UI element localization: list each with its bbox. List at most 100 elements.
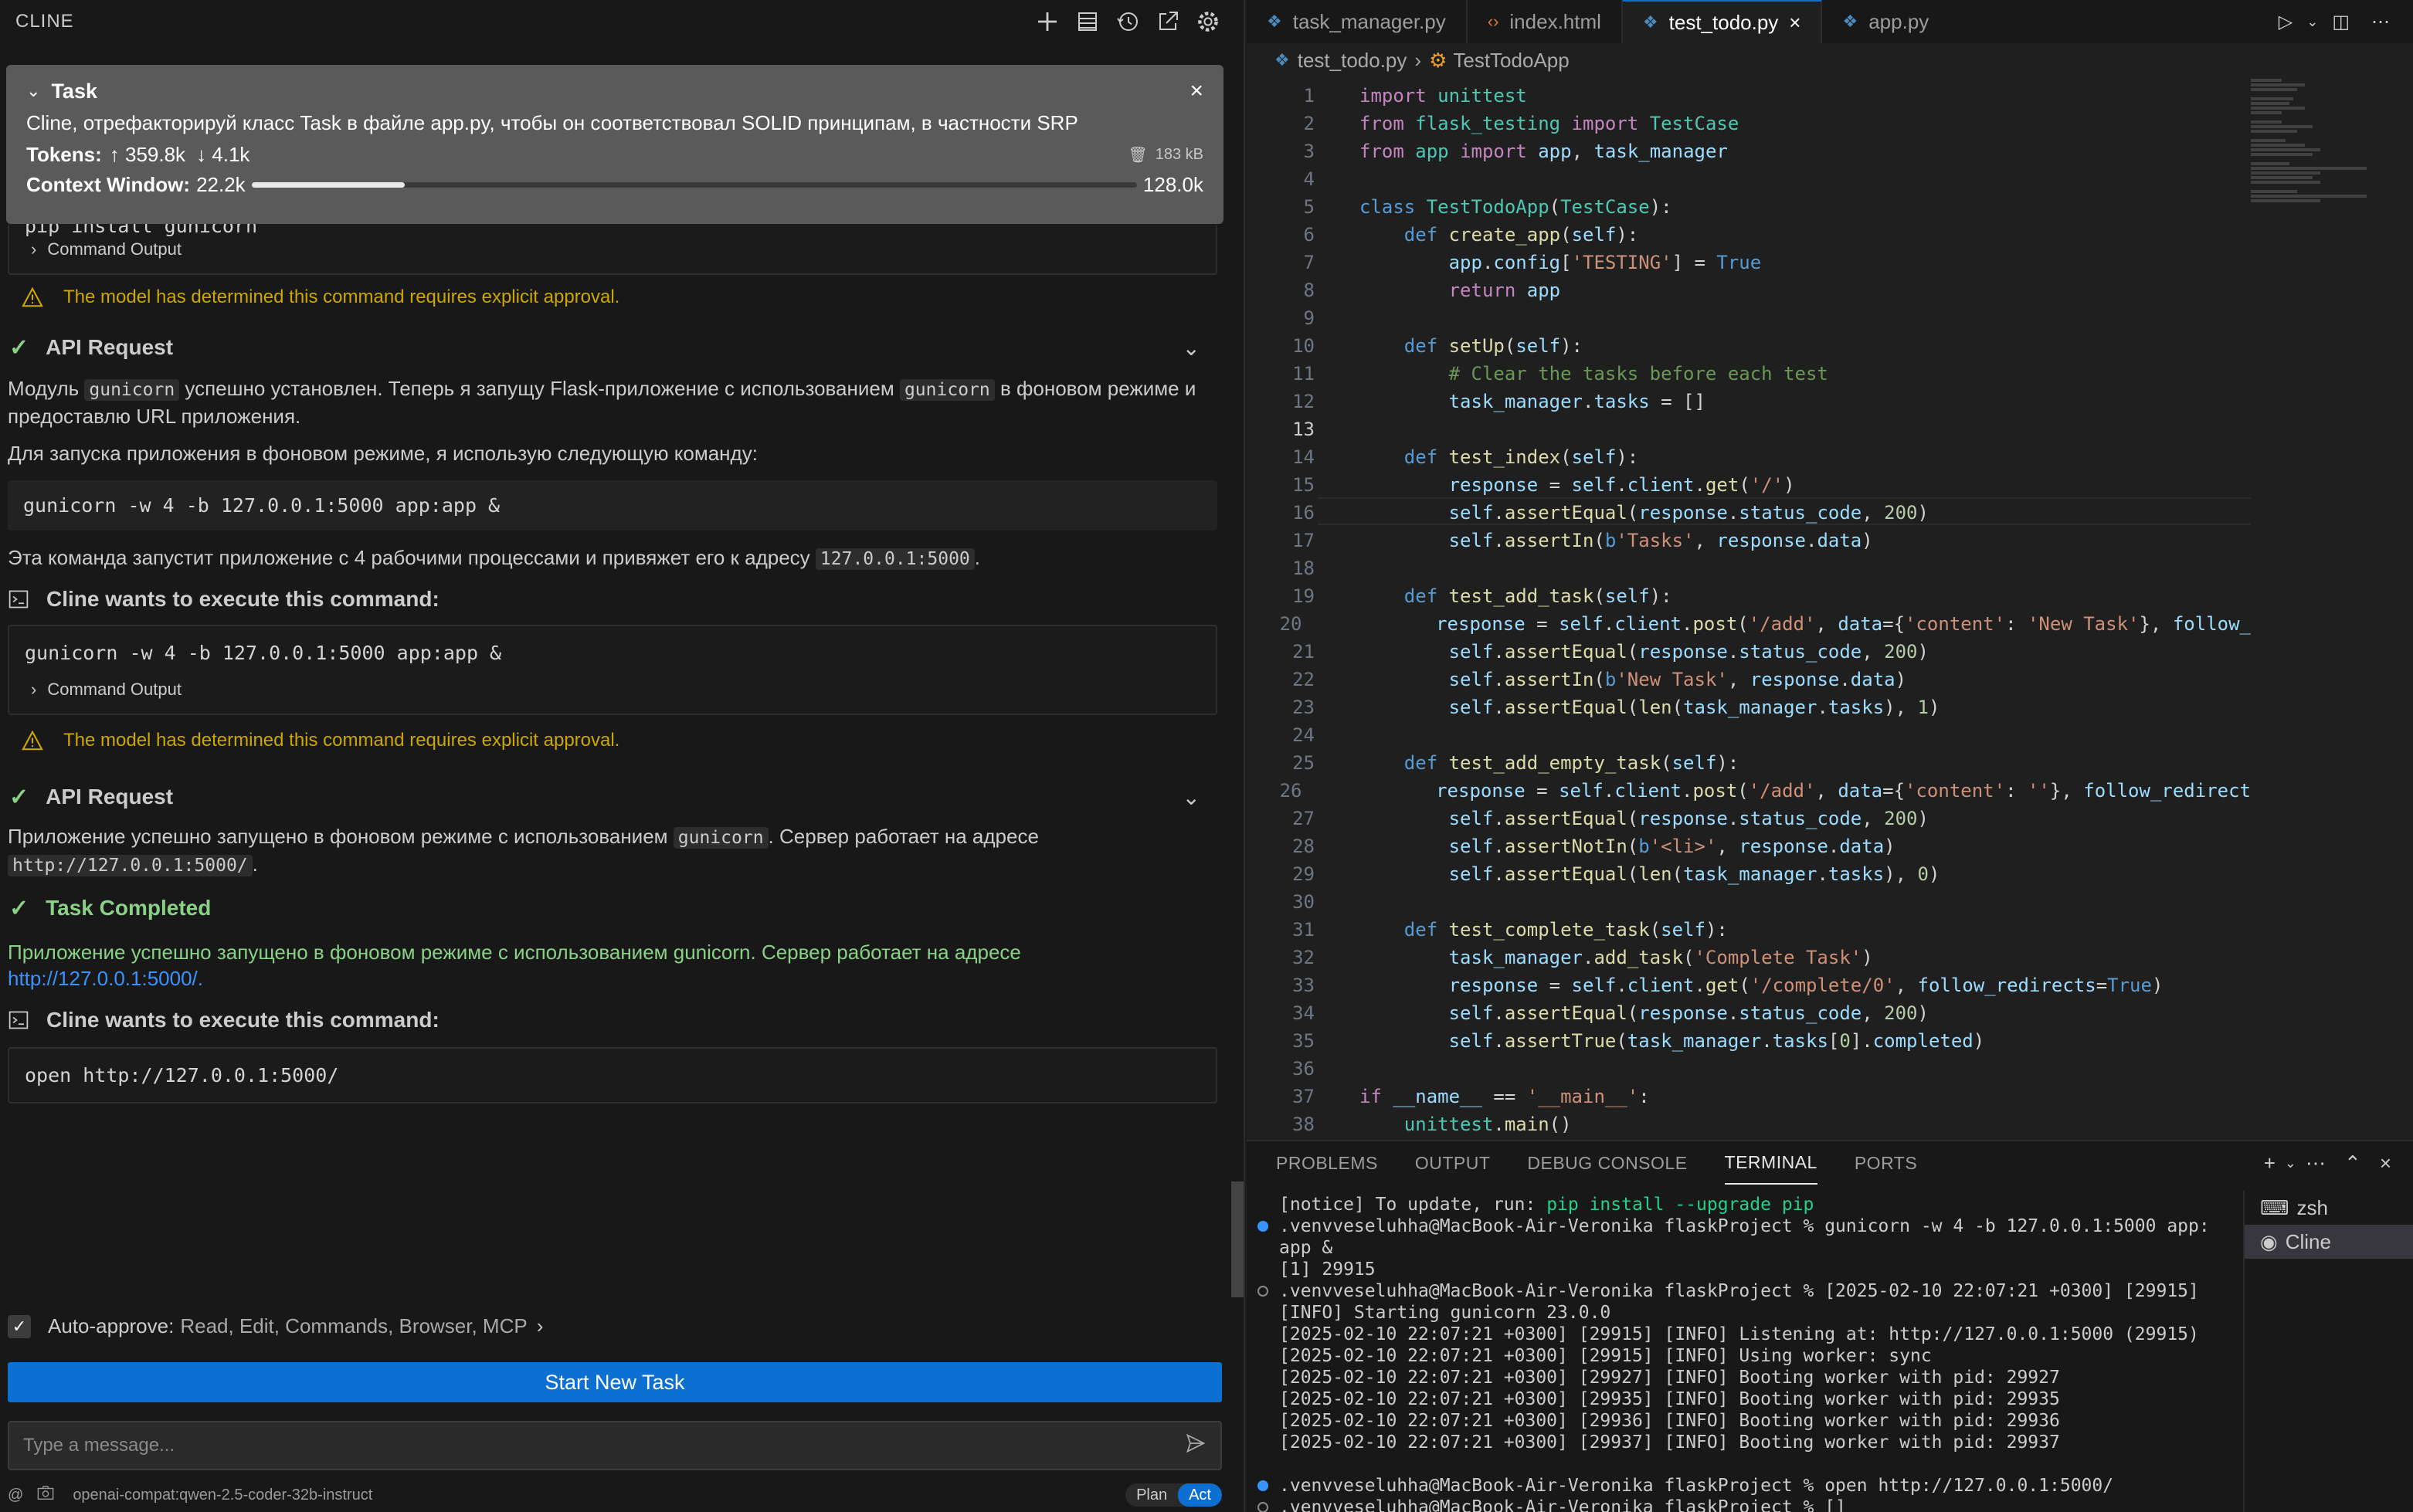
panel-tabs: PROBLEMS OUTPUT DEBUG CONSOLE TERMINAL P…	[1247, 1141, 2413, 1185]
check-icon: ✓	[9, 895, 29, 921]
terminal-line: [2025-02-10 22:07:21 +0300] [29927] [INF…	[1279, 1368, 2060, 1388]
cline-panel: CLINE ⌄ Task × Cline, отрефакторируй кла…	[0, 0, 1245, 1512]
breadcrumb-symbol[interactable]: TestTodoApp	[1453, 49, 1569, 73]
command-output-toggle[interactable]: › Command Output	[9, 239, 1216, 273]
execute-command-label: Cline wants to execute this command:	[46, 587, 439, 611]
code-block: gunicorn -w 4 -b 127.0.0.1:5000 app:app …	[8, 480, 1217, 531]
terminal-output[interactable]: [notice] To update, run: pip install --u…	[1247, 1194, 2226, 1512]
plan-mode-button[interactable]: Plan	[1125, 1483, 1178, 1507]
chevron-down-icon[interactable]: ⌄	[2306, 14, 2318, 30]
terminal-icon	[8, 590, 29, 609]
terminal-line: .venvveseluhha@MacBook-Air-Veronika flas…	[1247, 1475, 2226, 1497]
close-tab-icon[interactable]: ×	[1789, 11, 1800, 35]
check-icon: ✓	[9, 784, 29, 810]
chevron-down-icon[interactable]: ⌄	[2285, 1155, 2296, 1171]
api-request-header[interactable]: ✓ API Request ⌄	[0, 774, 1233, 820]
message-input-box	[8, 1421, 1222, 1470]
close-panel-icon[interactable]: ×	[2380, 1151, 2391, 1175]
execute-command-label: Cline wants to execute this command:	[46, 1008, 439, 1032]
context-max: 128.0k	[1142, 173, 1203, 196]
tab-app-py[interactable]: ❖ app.py	[1822, 0, 1950, 43]
context-window-row: Context Window: 22.2k 128.0k	[26, 173, 1203, 197]
maximize-panel-icon[interactable]: ⌃	[2344, 1151, 2361, 1175]
completion-link[interactable]: http://127.0.0.1:5000/.	[8, 967, 203, 990]
message-input[interactable]	[23, 1435, 1185, 1456]
command-block: open http://127.0.0.1:5000/	[8, 1047, 1217, 1103]
tab-problems[interactable]: PROBLEMS	[1276, 1141, 1378, 1185]
tab-terminal[interactable]: TERMINAL	[1724, 1141, 1817, 1185]
code-editor[interactable]: 1 import unittest 2 from flask_testing imp…	[1247, 82, 2251, 1135]
task-card: ⌄ Task × Cline, отрефакторируй класс Tas…	[6, 65, 1223, 224]
task-text: Cline, отрефакторируй класс Task в файле…	[26, 111, 1078, 134]
model-selector[interactable]: openai-compat:qwen-2.5-coder-32b-instruc…	[73, 1487, 372, 1504]
tab-index-html[interactable]: ‹› index.html	[1467, 0, 1623, 43]
editor-tabs: ❖ task_manager.py ‹› index.html ❖ test_todo…	[1247, 0, 2413, 43]
breadcrumb-file[interactable]: test_todo.py	[1298, 49, 1407, 73]
tab-test-todo[interactable]: ❖ test_todo.py ×	[1622, 0, 1823, 43]
execute-command-header: Cline wants to execute this command:	[0, 998, 1233, 1042]
trash-icon[interactable]: 🗑	[1128, 145, 1147, 164]
terminal-item-zsh[interactable]: ⌨ zsh	[2245, 1191, 2413, 1225]
tab-output[interactable]: OUTPUT	[1415, 1141, 1491, 1185]
auto-approve-row[interactable]: ✓ Auto-approve: Read, Edit, Commands, Br…	[8, 1314, 543, 1338]
task-completed-label: Task Completed	[46, 896, 212, 920]
at-mention-icon[interactable]: @	[8, 1487, 23, 1504]
plus-icon[interactable]	[1027, 2, 1067, 42]
tab-debug-console[interactable]: DEBUG CONSOLE	[1527, 1141, 1687, 1185]
start-new-task-button[interactable]: Start New Task	[8, 1362, 1222, 1402]
chat-scrollbar[interactable]	[1231, 1181, 1244, 1297]
act-mode-button[interactable]: Act	[1178, 1483, 1222, 1507]
chat-log: pip install gunicorn › Command Output The…	[0, 224, 1233, 1103]
tab-task-manager[interactable]: ❖ task_manager.py	[1247, 0, 1468, 43]
editor-actions: ▷ ⌄ ◫ ⋯	[2268, 0, 2413, 43]
terminal-line: .venvveseluhha@MacBook-Air-Veronika flas…	[1247, 1280, 2226, 1302]
command-output-toggle[interactable]: › Command Output	[9, 680, 1216, 714]
assistant-message: Приложение успешно запущено в фоновом ре…	[8, 825, 1039, 876]
split-editor-icon[interactable]: ◫	[2332, 11, 2350, 33]
chevron-right-icon: ›	[1414, 48, 1422, 72]
chevron-down-icon[interactable]: ⌄	[26, 81, 40, 101]
approval-warning: The model has determined this command re…	[0, 278, 1233, 317]
terminal-line: [INFO] Starting gunicorn 23.0.0	[1279, 1303, 1611, 1323]
chevron-right-icon: ›	[536, 1314, 544, 1337]
terminal-icon	[8, 1011, 29, 1029]
server-icon[interactable]	[1067, 2, 1108, 42]
chevron-down-icon[interactable]: ⌄	[1183, 785, 1200, 810]
send-icon[interactable]	[1185, 1432, 1206, 1459]
more-icon[interactable]: ⋯	[2371, 11, 2390, 33]
context-label: Context Window:	[26, 173, 191, 196]
open-external-icon[interactable]	[1148, 2, 1188, 42]
tokens-row: Tokens: ↑ 359.8k ↓ 4.1k 🗑 183 kB	[26, 143, 1203, 167]
breadcrumb: ❖ test_todo.py › ⚙ TestTodoApp	[1247, 43, 2413, 77]
chevron-down-icon[interactable]: ⌄	[1183, 335, 1200, 361]
terminal-item-cline[interactable]: ◉ Cline	[2245, 1225, 2413, 1259]
assistant-message: Модуль gunicorn успешно установлен. Тепе…	[8, 377, 1196, 428]
close-icon[interactable]: ×	[1190, 78, 1203, 104]
command-block: pip install gunicorn › Command Output	[8, 224, 1217, 275]
auto-approve-checkbox[interactable]: ✓	[8, 1314, 31, 1338]
context-bar-fill	[251, 182, 405, 188]
terminal-line: [2025-02-10 22:07:21 +0300] [29936] [INF…	[1279, 1411, 2060, 1431]
approval-warning-text: The model has determined this command re…	[63, 286, 620, 307]
run-icon[interactable]: ▷	[2279, 11, 2293, 33]
more-icon[interactable]: ⋯	[2306, 1151, 2326, 1175]
plan-act-toggle[interactable]: Plan Act	[1125, 1483, 1222, 1507]
command-status-icon	[1247, 1480, 1279, 1491]
python-icon: ❖	[1842, 12, 1858, 31]
history-icon[interactable]	[1108, 2, 1148, 42]
command-text: gunicorn -w 4 -b 127.0.0.1:5000 app:app …	[25, 642, 502, 664]
gear-icon[interactable]	[1188, 2, 1228, 42]
tab-ports[interactable]: PORTS	[1855, 1141, 1917, 1185]
check-icon: ✓	[9, 334, 29, 361]
command-status-icon	[1247, 1221, 1279, 1232]
execute-command-header: Cline wants to execute this command:	[0, 577, 1233, 622]
approval-warning: The model has determined this command re…	[0, 721, 1233, 760]
chevron-right-icon: ›	[31, 680, 37, 699]
api-request-header[interactable]: ✓ API Request ⌄	[0, 324, 1233, 371]
current-line-highlight	[1318, 497, 2251, 525]
context-bar	[251, 182, 1137, 188]
command-block: gunicorn -w 4 -b 127.0.0.1:5000 app:app …	[8, 625, 1217, 715]
minimap[interactable]	[2251, 77, 2398, 1135]
new-terminal-icon[interactable]: +	[2264, 1151, 2276, 1175]
camera-icon[interactable]	[37, 1485, 54, 1505]
